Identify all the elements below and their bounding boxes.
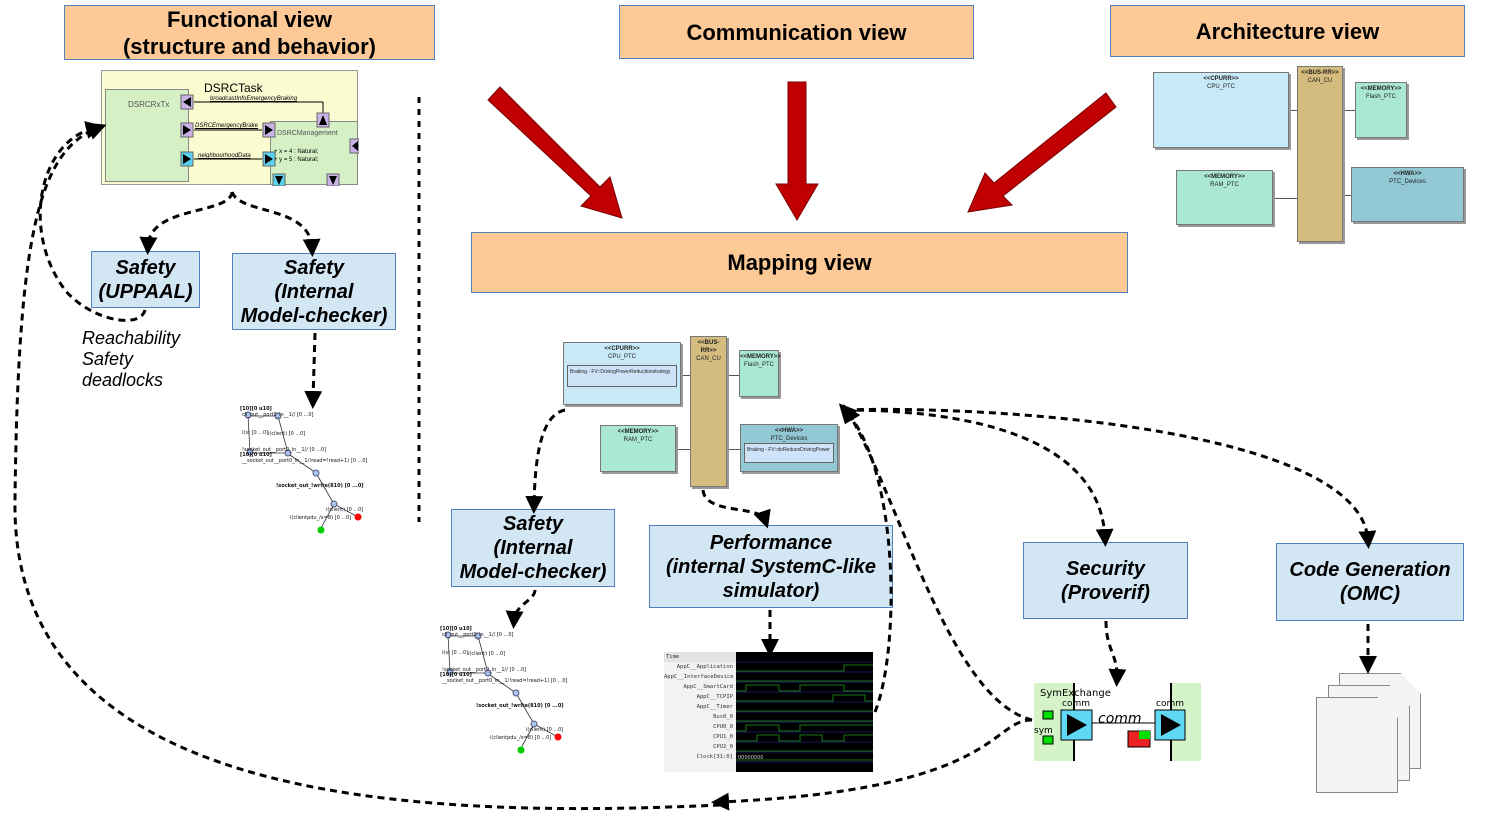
functional-diagram: DSRCTask DSRCRxTx DSRCManagement + x = 4…: [101, 70, 359, 186]
flash-stereotype: <<MEMORY>>: [1360, 86, 1402, 92]
trace-row: AppC__Application: [676, 664, 733, 670]
arch-bus: <<BUS-RR>> CAN_CU: [1297, 66, 1343, 242]
arrow-to-graph-1: [304, 332, 323, 409]
mapping-view-header: Mapping view: [471, 232, 1128, 293]
arrow-to-proverif: [1104, 620, 1127, 687]
graph-label: i(client) [0 ...0]: [268, 431, 305, 437]
cpu-stereotype: <<CPURR>>: [1203, 76, 1239, 82]
bus-name: CAN_CU: [1307, 78, 1333, 84]
map-bus-name: CAN_CU: [696, 356, 721, 362]
hwa-stereotype: <<HWA>>: [1393, 171, 1422, 177]
proverif-block-name: SymExchange: [1040, 688, 1111, 699]
property-reachability: Reachability: [82, 328, 181, 348]
proverif-port-right: comm: [1156, 699, 1184, 709]
red-arrows: [487, 81, 1117, 221]
codegen-box: Code Generation (OMC): [1276, 543, 1464, 621]
map-hwa-stereotype: <<HWA>>: [774, 428, 803, 434]
graph-label: i(st [0 ...0]: [442, 650, 468, 656]
trace-row: AppC__SmartCard: [683, 684, 733, 690]
arrow-to-internal-2: [525, 408, 566, 514]
bus-stereotype: <<BUS-RR>>: [1301, 70, 1339, 76]
graph-label: !socket_out_!write(810) [0 ...0]: [476, 703, 564, 709]
map-hwa-name: PTC_Devices: [770, 436, 808, 442]
trace-waveforms: 00000000: [736, 661, 873, 763]
graph-label: i(clientpdu_/x=8) [0 ...0]: [490, 735, 551, 741]
architecture-view-header: Architecture view: [1110, 5, 1465, 57]
map-flash: <<MEMORY>> Flash_PTC: [739, 350, 781, 397]
map-hwa-task: Braking - FV::doReduceDrivingPower: [744, 443, 834, 463]
arch-hwa: <<HWA>> PTC_Devices: [1351, 167, 1464, 222]
arrow-to-uppaal: [139, 191, 234, 255]
properties-list: Reachability Safety deadlocks: [82, 328, 180, 391]
trace-signal-names: Time AppC__Application AppC__InterfaceDe…: [664, 652, 736, 772]
proverif-sym: sym: [1034, 726, 1053, 736]
graph-label: i(client) [0 ...0]: [468, 651, 505, 657]
trace-row: CPU2_0: [713, 744, 733, 750]
graph-label: __socket_out__port0_in__1/!read=!read+1)…: [441, 678, 568, 684]
map-ram-name: RAM_PTC: [623, 437, 653, 443]
functional-view-header: Functional view (structure and behavior): [64, 5, 435, 60]
map-ram: <<MEMORY>> RAM_PTC: [600, 425, 676, 472]
hwa-name: PTC_Devices: [1389, 179, 1426, 185]
reachability-graph-1: [10][0 u10] cli_out__port0_in__1// [0 ..…: [240, 406, 368, 534]
map-cpu: <<CPURR>>CPU_PTC Braking - FV::DrivingPo…: [563, 342, 681, 405]
map-bus: <<BUS-RR>> CAN_CU: [690, 336, 727, 487]
map-hwa: <<HWA>>PTC_Devices Braking - FV::doReduc…: [740, 424, 838, 472]
red-arrow-architecture: [967, 92, 1117, 213]
red-arrow-functional: [487, 86, 623, 219]
trace-row: CPU1_0: [713, 734, 733, 740]
map-bus-stereotype: <<BUS-RR>>: [697, 340, 720, 354]
map-cpu-task: Braking - FV::DrivingPowerReductionstrat…: [567, 365, 677, 387]
graph-label: __socket_out__port0_in__1/!read=!read+1)…: [241, 458, 368, 464]
safety-internal-box-1: Safety (Internal Model-checker): [232, 253, 396, 330]
graph-label: cli_out__port0_in__1// [0 ...0]: [442, 632, 514, 638]
security-box: Security (Proverif): [1023, 542, 1188, 619]
arrow-to-codegen: [844, 407, 1377, 549]
arch-cpu: <<CPURR>> CPU_PTC: [1153, 72, 1289, 148]
arrow-to-security: [844, 408, 1114, 547]
safety-internal-box-2: Safety (Internal Model-checker): [451, 509, 615, 587]
trace-row: AppC__TCPIP: [696, 694, 733, 700]
trace-row: AppC__Timer: [696, 704, 733, 710]
map-cpu-stereotype: <<CPURR>>: [604, 346, 640, 352]
graph-label: !socket_out_!write(810) [0 ...0]: [276, 483, 364, 489]
graph-label: i(client) [0 ...0]: [526, 727, 563, 733]
arch-ram: <<MEMORY>> RAM_PTC: [1176, 170, 1273, 225]
arrow-to-internal-1: [230, 191, 321, 257]
map-ram-stereotype: <<MEMORY>>: [617, 429, 659, 435]
ram-stereotype: <<MEMORY>>: [1204, 174, 1245, 180]
proverif-channel: comm: [1098, 711, 1142, 727]
arrow-to-graph-2: [505, 589, 537, 629]
trace-row: Time: [664, 652, 736, 662]
flash-name: Flash_PTC: [1365, 94, 1396, 100]
trace-row: CPU0_0: [713, 724, 733, 730]
graph-label: cli_out__port0_in__1// [0 ...0]: [242, 412, 314, 418]
map-cpu-name: CPU_PTC: [607, 354, 636, 360]
safety-uppaal-box: Safety (UPPAAL): [91, 251, 200, 308]
communication-view-header: Communication view: [619, 5, 974, 59]
graph-label: i(st [0 ...0]: [242, 430, 268, 436]
arch-flash: <<MEMORY>> Flash_PTC: [1355, 82, 1407, 138]
performance-trace: Time AppC__Application AppC__InterfaceDe…: [664, 652, 873, 772]
trace-row: Clock[31:0]: [696, 754, 733, 760]
trace-row: Bus0_0: [713, 714, 733, 720]
proverif-port-left: comm: [1062, 699, 1090, 709]
cpu-name: CPU_PTC: [1206, 84, 1235, 90]
property-safety: Safety: [82, 349, 134, 369]
property-deadlocks: deadlocks: [82, 370, 164, 390]
red-arrow-communication: [775, 81, 819, 221]
map-flash-stereotype: <<MEMORY>>: [740, 354, 781, 360]
reachability-graph-2: [10][0 u10] cli_out__port0_in__1// [0 ..…: [440, 626, 568, 754]
performance-box: Performance (internal SystemC-like simul…: [649, 525, 893, 608]
map-flash-name: Flash_PTC: [743, 362, 774, 368]
trace-row: AppC__InterfaceDevice: [664, 674, 734, 680]
clock-value: 00000000: [738, 755, 763, 761]
graph-label: i(client) [0 ...0]: [326, 507, 363, 513]
proverif-diagram: SymExchange comm comm comm sym: [1034, 683, 1201, 761]
arrow-to-performance: [701, 489, 771, 529]
port-icons: [180, 94, 359, 186]
ram-name: RAM_PTC: [1210, 182, 1239, 188]
graph-label: i(clientpdu_/x=8) [0 ...0]: [290, 515, 351, 521]
